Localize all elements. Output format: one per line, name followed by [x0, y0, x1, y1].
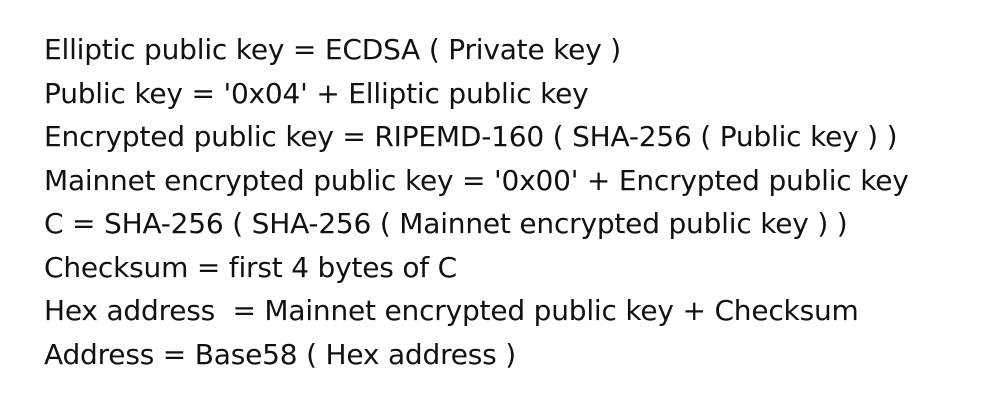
formula-line-checksum: Checksum = first 4 bytes of C — [44, 250, 458, 284]
formula-line-public-key: Public key = '0x04' + Elliptic public ke… — [44, 76, 589, 110]
formula-block: Elliptic public key = ECDSA ( Private ke… — [44, 28, 984, 376]
formula-line-mainnet-encrypted-public-key: Mainnet encrypted public key = '0x00' + … — [44, 163, 909, 197]
formula-line-encrypted-public-key: Encrypted public key = RIPEMD-160 ( SHA-… — [44, 120, 898, 153]
formula-line-address: Address = Base58 ( Hex address ) — [44, 337, 516, 371]
formula-line-elliptic-public-key: Elliptic public key = ECDSA ( Private ke… — [44, 33, 622, 66]
formula-line-hex-address: Hex address = Mainnet encrypted public k… — [44, 294, 859, 327]
formula-line-c: C = SHA-256 ( SHA-256 ( Mainnet encrypte… — [44, 207, 848, 240]
